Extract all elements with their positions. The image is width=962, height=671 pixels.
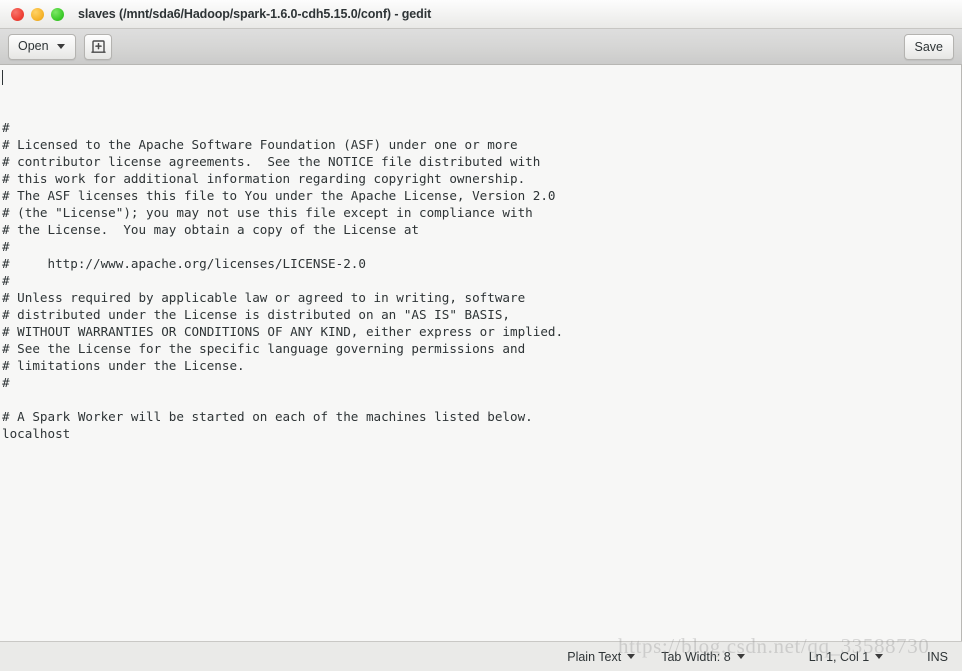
save-button-label: Save [914,39,944,54]
editor-line: # [2,120,10,135]
window-controls [11,7,64,21]
gedit-window: slaves (/mnt/sda6/Hadoop/spark-1.6.0-cdh… [0,0,962,671]
editor-line: # this work for additional information r… [2,171,526,186]
insert-mode-label: INS [927,649,948,664]
close-window-icon[interactable] [11,7,24,21]
tab-width-selector[interactable]: Tab Width: 8 [661,649,745,664]
chevron-down-icon [56,44,65,49]
chevron-down-icon [875,654,884,659]
editor-line: # See the License for the specific langu… [2,341,526,356]
insert-mode-indicator[interactable]: INS [927,650,948,664]
cursor-position-label: Ln 1, Col 1 [808,649,870,664]
status-bar: Plain Text Tab Width: 8 Ln 1, Col 1 INS [0,641,962,671]
chevron-down-icon [627,654,636,659]
editor-line: # A Spark Worker will be started on each… [2,409,533,424]
cursor-position-indicator[interactable]: Ln 1, Col 1 [808,649,884,664]
editor-line: # [2,375,10,390]
new-document-button[interactable] [84,33,112,60]
editor-line: # (the "License"); you may not use this … [2,205,533,220]
title-bar: slaves (/mnt/sda6/Hadoop/spark-1.6.0-cdh… [0,0,962,29]
editor-line: # [2,239,10,254]
language-label: Plain Text [567,649,622,664]
save-button[interactable]: Save [903,33,954,60]
editor-line: # The ASF licenses this file to You unde… [2,188,556,203]
editor-line: # the License. You may obtain a copy of … [2,222,420,237]
editor-line: # [2,273,10,288]
toolbar: Open Save [0,29,962,65]
language-selector[interactable]: Plain Text [567,649,636,664]
editor-line: # limitations under the License. [2,358,245,373]
open-button-label: Open [18,39,49,54]
editor-line: # http://www.apache.org/licenses/LICENSE… [2,256,366,271]
editor-area[interactable]: # # Licensed to the Apache Software Found… [0,65,962,641]
tab-width-label: Tab Width: 8 [661,649,731,664]
chevron-down-icon [736,654,745,659]
editor-line: # contributor license agreements. See th… [2,154,541,169]
editor-line: localhost [2,426,71,441]
maximize-window-icon[interactable] [51,7,64,21]
minimize-window-icon[interactable] [31,7,44,21]
new-document-icon [90,39,106,54]
editor-line: # Unless required by applicable law or a… [2,290,526,305]
editor-line: # WITHOUT WARRANTIES OR CONDITIONS OF AN… [2,324,564,339]
editor-text-content[interactable]: # # Licensed to the Apache Software Found… [0,68,961,641]
text-caret [2,70,3,85]
open-file-button[interactable]: Open [8,33,76,60]
window-title: slaves (/mnt/sda6/Hadoop/spark-1.6.0-cdh… [78,7,432,21]
editor-line: # Licensed to the Apache Software Founda… [2,137,518,152]
editor-line: # distributed under the License is distr… [2,307,510,322]
